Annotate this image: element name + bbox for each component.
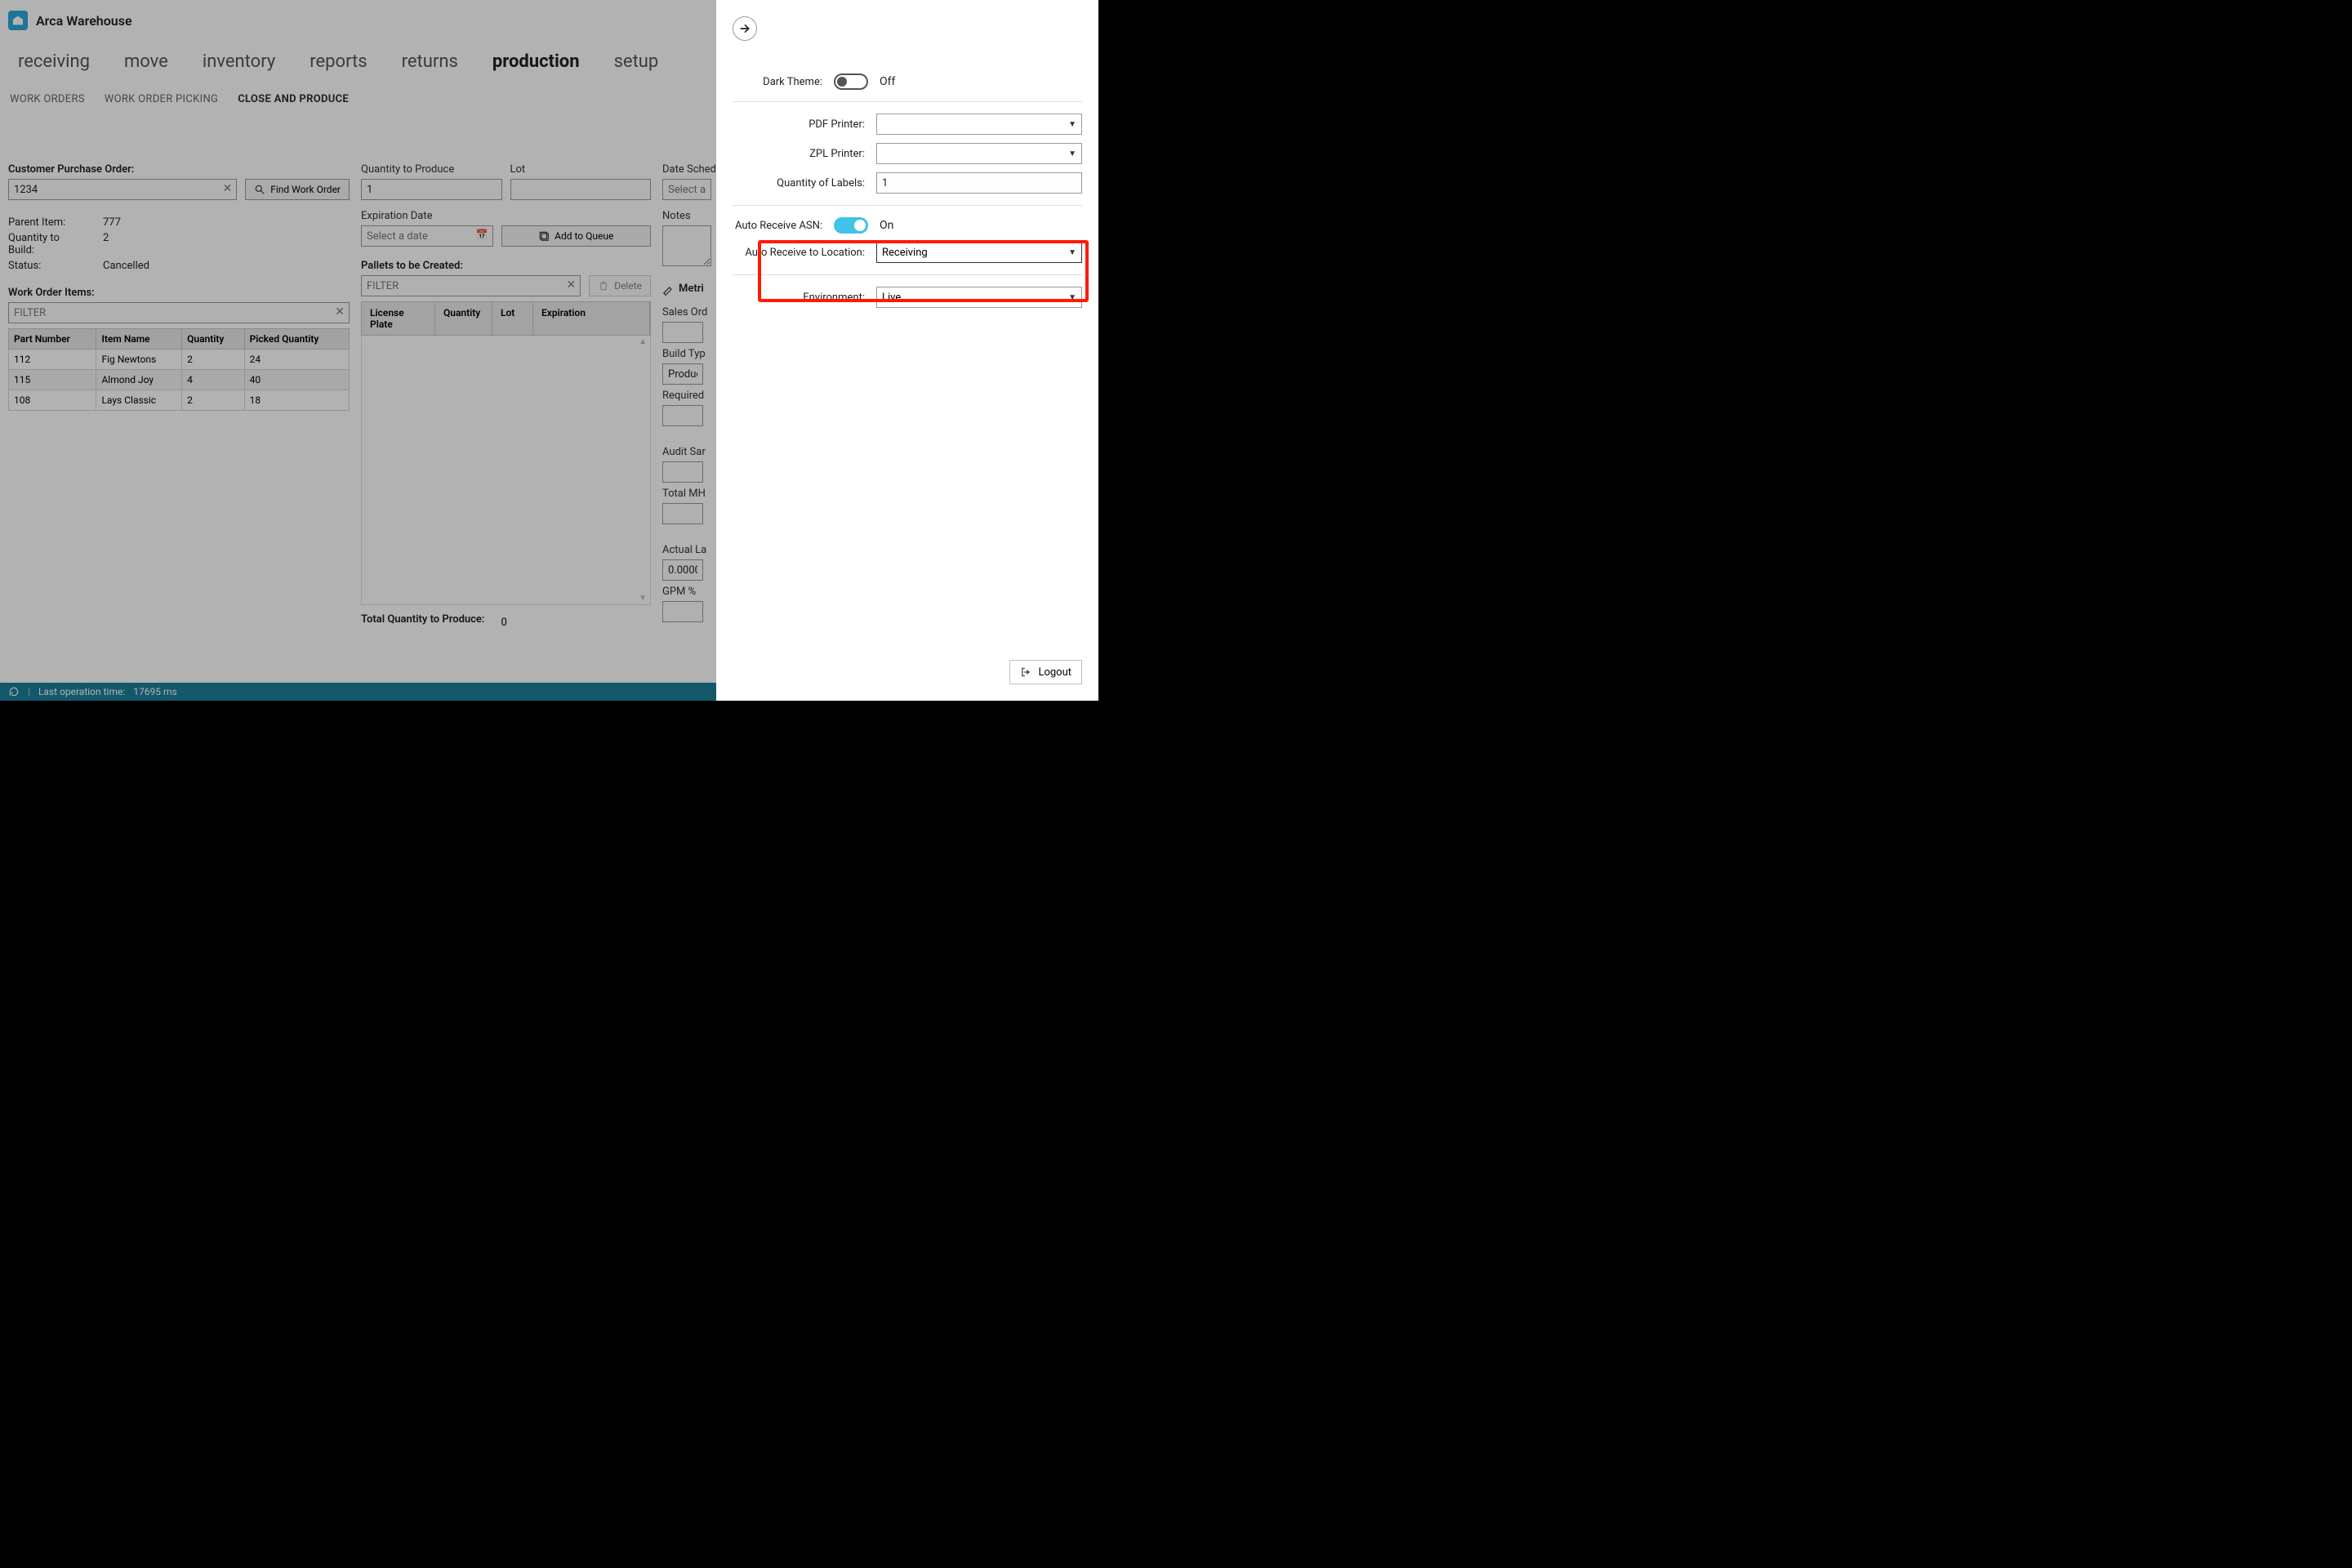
- cpo-input[interactable]: [8, 179, 237, 200]
- dark-theme-label: Dark Theme:: [763, 76, 822, 88]
- qty-produce-label: Quantity to Produce: [361, 163, 502, 176]
- cpo-label: Customer Purchase Order:: [8, 163, 350, 176]
- qty-build-value: 2: [103, 232, 109, 256]
- th-quantity[interactable]: Quantity: [435, 302, 492, 335]
- total-qty-value: 0: [501, 617, 506, 629]
- clear-icon[interactable]: ✕: [335, 305, 345, 318]
- delete-button[interactable]: Delete: [589, 275, 651, 296]
- nav-inventory[interactable]: inventory: [203, 51, 275, 72]
- nav-returns[interactable]: returns: [402, 51, 458, 72]
- auto-loc-select[interactable]: Receiving ▼: [876, 242, 1082, 263]
- woi-label: Work Order Items:: [8, 287, 350, 299]
- caret-down-icon: ▼: [1068, 293, 1076, 302]
- required-input[interactable]: [662, 405, 703, 426]
- gpm-input[interactable]: [662, 601, 703, 622]
- logout-button[interactable]: Logout: [1009, 660, 1082, 684]
- env-label: Environment:: [803, 292, 865, 304]
- clear-icon[interactable]: ✕: [566, 278, 576, 292]
- nav-reports[interactable]: reports: [310, 51, 367, 72]
- caret-down-icon: ▼: [1068, 248, 1076, 257]
- th-lot[interactable]: Lot: [492, 302, 533, 335]
- op-time-value: 17695 ms: [133, 686, 176, 697]
- table-row[interactable]: 115Almond Joy440: [9, 370, 350, 390]
- exp-date-label: Expiration Date: [361, 210, 651, 222]
- close-drawer-button[interactable]: [733, 16, 757, 41]
- pallets-filter-input[interactable]: [361, 275, 581, 296]
- build-type-input[interactable]: [662, 363, 703, 385]
- app-title: Arca Warehouse: [36, 13, 132, 29]
- nav-receiving[interactable]: receiving: [18, 51, 90, 72]
- pdf-printer-select[interactable]: ▼: [876, 114, 1082, 135]
- th-picked-qty[interactable]: Picked Quantity: [244, 329, 349, 350]
- logout-icon: [1020, 666, 1031, 678]
- woi-filter-input[interactable]: [8, 302, 350, 323]
- warehouse-icon: [11, 14, 24, 27]
- dark-theme-state: Off: [880, 75, 912, 88]
- th-license-plate[interactable]: License Plate: [362, 302, 435, 335]
- scroll-down-icon[interactable]: ▼: [639, 594, 647, 603]
- qty-labels-label: Quantity of Labels:: [777, 177, 865, 189]
- sales-order-input[interactable]: [662, 322, 703, 343]
- auto-asn-label: Auto Receive ASN:: [735, 220, 822, 232]
- env-select[interactable]: Live ▼: [876, 287, 1082, 308]
- total-mh-input[interactable]: [662, 503, 703, 524]
- total-qty-label: Total Quantity to Produce:: [361, 613, 484, 626]
- pallets-body[interactable]: ▲ ▼: [361, 336, 651, 605]
- th-expiration[interactable]: Expiration: [533, 302, 650, 335]
- add-to-queue-button[interactable]: Add to Queue: [501, 225, 652, 247]
- lot-input[interactable]: [510, 179, 652, 200]
- subnav-wo-picking[interactable]: WORK ORDER PICKING: [105, 93, 218, 105]
- table-row[interactable]: 112Fig Newtons224: [9, 350, 350, 370]
- caret-down-icon: ▼: [1068, 149, 1076, 158]
- exp-date-input[interactable]: [361, 225, 493, 247]
- zpl-printer-select[interactable]: ▼: [876, 143, 1082, 164]
- arrow-right-icon: [738, 22, 751, 35]
- audit-input[interactable]: [662, 461, 703, 483]
- th-quantity[interactable]: Quantity: [182, 329, 245, 350]
- qty-build-label: Quantity to Build:: [8, 232, 87, 256]
- metrics-label: Metri: [679, 283, 704, 295]
- queue-icon: [538, 230, 550, 242]
- status-value: Cancelled: [103, 260, 149, 272]
- search-icon: [254, 184, 265, 195]
- caret-down-icon: ▼: [1068, 120, 1076, 129]
- op-time-label: Last operation time:: [38, 686, 125, 697]
- lot-label: Lot: [510, 163, 652, 176]
- status-label: Status:: [8, 260, 87, 272]
- auto-loc-label: Auto Receive to Location:: [745, 247, 865, 259]
- date-scheduled-input[interactable]: [662, 179, 711, 200]
- dark-theme-toggle[interactable]: [834, 74, 868, 90]
- notes-input[interactable]: [662, 225, 711, 266]
- find-work-order-button[interactable]: Find Work Order: [245, 179, 350, 200]
- th-part-number[interactable]: Part Number: [9, 329, 96, 350]
- parent-item-label: Parent Item:: [8, 216, 87, 229]
- trash-icon: [598, 280, 609, 292]
- nav-move[interactable]: move: [124, 51, 168, 72]
- qty-produce-input[interactable]: [361, 179, 502, 200]
- pallets-label: Pallets to be Created:: [361, 260, 651, 272]
- parent-item-value: 777: [103, 216, 121, 229]
- subnav-work-orders[interactable]: WORK ORDERS: [10, 93, 85, 105]
- settings-drawer: Dark Theme: Off PDF Printer: ▼ ZPL Print…: [716, 0, 1098, 701]
- calendar-icon[interactable]: 📅: [476, 229, 488, 240]
- auto-asn-toggle[interactable]: [834, 217, 868, 234]
- zpl-printer-label: ZPL Printer:: [809, 148, 865, 160]
- table-row[interactable]: 108Lays Classic218: [9, 390, 350, 411]
- edit-icon: [662, 285, 674, 296]
- auto-asn-state: On: [880, 219, 912, 232]
- scroll-up-icon[interactable]: ▲: [639, 337, 647, 346]
- subnav-close-produce[interactable]: CLOSE AND PRODUCE: [238, 93, 349, 105]
- nav-setup[interactable]: setup: [614, 51, 659, 72]
- work-order-items-table: Part Number Item Name Quantity Picked Qu…: [8, 328, 350, 411]
- th-item-name[interactable]: Item Name: [96, 329, 182, 350]
- nav-production[interactable]: production: [492, 51, 580, 72]
- status-bar: | Last operation time: 17695 ms: [0, 683, 716, 701]
- pdf-printer-label: PDF Printer:: [808, 118, 865, 131]
- qty-labels-input[interactable]: [876, 172, 1082, 194]
- app-logo: [8, 11, 28, 30]
- actual-la-input[interactable]: [662, 559, 703, 581]
- refresh-icon[interactable]: [8, 686, 20, 697]
- clear-icon[interactable]: ✕: [223, 182, 233, 195]
